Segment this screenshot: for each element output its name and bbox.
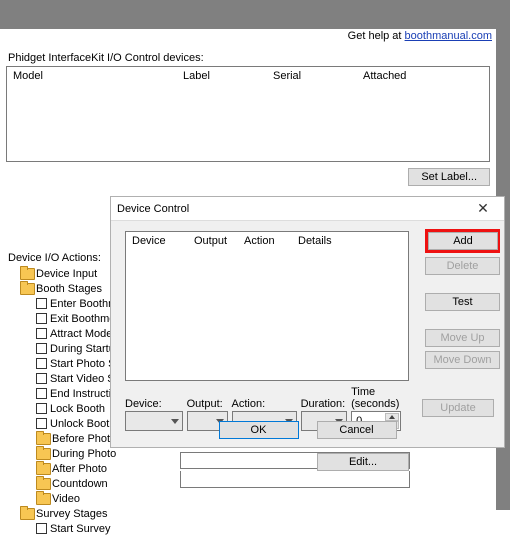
spinner-up-icon[interactable] bbox=[385, 413, 399, 421]
dialog-listview[interactable]: Device Output Action Details bbox=[125, 231, 409, 381]
dialog-side-buttons: Add Delete Test Move Up Move Down bbox=[425, 229, 500, 369]
checkbox-icon[interactable] bbox=[36, 298, 47, 309]
checkbox-icon[interactable] bbox=[36, 343, 47, 354]
add-button[interactable]: Add bbox=[428, 232, 498, 250]
checkbox-icon[interactable] bbox=[36, 313, 47, 324]
tree-after-photo[interactable]: After Photo bbox=[6, 461, 156, 476]
delete-button[interactable]: Delete bbox=[425, 257, 500, 275]
dialog-ok-row: OK Cancel bbox=[111, 421, 504, 439]
dialog-body: Device Output Action Details Add Delete … bbox=[111, 221, 504, 447]
tree-during-photo[interactable]: During Photo bbox=[6, 446, 156, 461]
tree-video[interactable]: Video bbox=[6, 491, 156, 506]
folder-icon bbox=[20, 283, 33, 294]
folder-icon bbox=[36, 433, 49, 444]
move-up-button[interactable]: Move Up bbox=[425, 329, 500, 347]
col-label[interactable]: Label bbox=[183, 70, 273, 82]
dialog-titlebar[interactable]: Device Control ✕ bbox=[111, 197, 504, 221]
device-control-dialog: Device Control ✕ Device Output Action De… bbox=[110, 196, 505, 448]
edit-bar: Edit... bbox=[180, 452, 410, 488]
folder-icon bbox=[36, 463, 49, 474]
checkbox-icon[interactable] bbox=[36, 403, 47, 414]
action-label: Action: bbox=[232, 398, 297, 410]
update-button[interactable]: Update bbox=[422, 399, 494, 417]
edit-button[interactable]: Edit... bbox=[317, 453, 409, 471]
folder-icon bbox=[20, 268, 33, 279]
checkbox-icon[interactable] bbox=[36, 328, 47, 339]
ok-button[interactable]: OK bbox=[219, 421, 299, 439]
devices-columns: Model Label Serial Attached bbox=[7, 67, 489, 85]
close-icon[interactable]: ✕ bbox=[468, 200, 498, 217]
add-button-highlight: Add bbox=[425, 229, 500, 253]
folder-icon bbox=[36, 448, 49, 459]
edit-list-row-2[interactable] bbox=[180, 471, 410, 488]
output-label: Output: bbox=[187, 398, 228, 410]
col-output[interactable]: Output bbox=[194, 235, 244, 247]
devices-group-label: Phidget InterfaceKit I/O Control devices… bbox=[8, 52, 490, 64]
col-action[interactable]: Action bbox=[244, 235, 298, 247]
devices-listview[interactable]: Model Label Serial Attached bbox=[6, 66, 490, 162]
help-link-line: Get help at boothmanual.com bbox=[348, 30, 492, 42]
time-label: Time (seconds) bbox=[351, 386, 418, 410]
tree-start-survey[interactable]: Start Survey bbox=[6, 521, 156, 536]
col-model[interactable]: Model bbox=[13, 70, 183, 82]
help-link[interactable]: boothmanual.com bbox=[405, 30, 492, 42]
folder-icon bbox=[36, 478, 49, 489]
cancel-button[interactable]: Cancel bbox=[317, 421, 397, 439]
move-down-button[interactable]: Move Down bbox=[425, 351, 500, 369]
checkbox-icon[interactable] bbox=[36, 418, 47, 429]
help-prefix: Get help at bbox=[348, 30, 405, 42]
checkbox-icon[interactable] bbox=[36, 373, 47, 384]
test-button[interactable]: Test bbox=[425, 293, 500, 311]
col-details[interactable]: Details bbox=[298, 235, 358, 247]
dialog-columns: Device Output Action Details bbox=[126, 232, 408, 250]
checkbox-icon[interactable] bbox=[36, 358, 47, 369]
tree-survey-stages[interactable]: Survey Stages bbox=[6, 506, 156, 521]
checkbox-icon[interactable] bbox=[36, 523, 47, 534]
col-attached[interactable]: Attached bbox=[363, 70, 443, 82]
device-label: Device: bbox=[125, 398, 183, 410]
tree-countdown[interactable]: Countdown bbox=[6, 476, 156, 491]
duration-label: Duration: bbox=[301, 398, 347, 410]
folder-icon bbox=[36, 493, 49, 504]
col-device[interactable]: Device bbox=[132, 235, 194, 247]
col-serial[interactable]: Serial bbox=[273, 70, 363, 82]
edit-list-row[interactable]: Edit... bbox=[180, 452, 410, 469]
set-label-button[interactable]: Set Label... bbox=[408, 168, 490, 186]
dialog-title: Device Control bbox=[117, 203, 189, 215]
checkbox-icon[interactable] bbox=[36, 388, 47, 399]
